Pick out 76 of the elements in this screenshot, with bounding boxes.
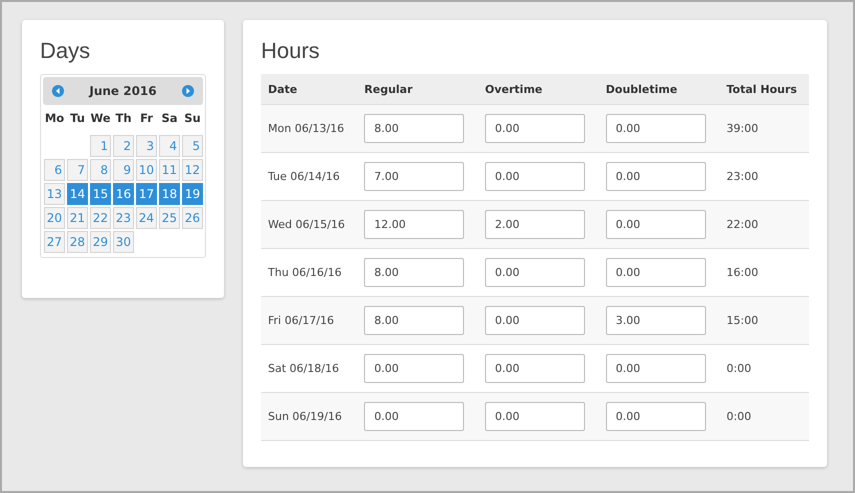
input-field[interactable]: 0.00 bbox=[485, 354, 586, 383]
input-field[interactable]: 0.00 bbox=[606, 354, 706, 383]
calendar-day[interactable]: 2 bbox=[113, 135, 134, 157]
calendar-day[interactable]: 25 bbox=[159, 207, 180, 229]
input-field[interactable]: 0.00 bbox=[485, 258, 586, 287]
calendar-day[interactable]: 22 bbox=[90, 207, 111, 229]
next-icon[interactable] bbox=[182, 85, 194, 97]
previous-icon[interactable] bbox=[52, 85, 64, 97]
column-header: Doubletime bbox=[598, 74, 720, 104]
calendar-day[interactable]: 28 bbox=[67, 231, 88, 253]
weekday-label: Tu bbox=[69, 110, 86, 127]
input-field[interactable]: 7.00 bbox=[364, 162, 464, 191]
weekday-label: Sa bbox=[160, 110, 179, 127]
weekday-label: Su bbox=[183, 110, 202, 127]
input-field[interactable]: 0.00 bbox=[606, 402, 706, 431]
calendar-day[interactable]: 3 bbox=[136, 135, 157, 157]
input-field[interactable]: 0.00 bbox=[485, 306, 586, 335]
input-field[interactable]: 0.00 bbox=[606, 258, 706, 287]
total-cell: 39:00 bbox=[720, 104, 809, 152]
input-field[interactable]: 8.00 bbox=[364, 306, 464, 335]
calendar-day[interactable]: 21 bbox=[67, 207, 88, 229]
calendar-day[interactable]: 18 bbox=[159, 183, 180, 205]
input-field[interactable]: 2.00 bbox=[485, 210, 586, 239]
panel-title: Days bbox=[40, 38, 92, 64]
date-cell: Mon 06/13/16 bbox=[261, 104, 358, 152]
calendar-day[interactable]: 14 bbox=[67, 183, 88, 205]
input-field[interactable]: 12.00 bbox=[364, 210, 464, 239]
panel-title: Hours bbox=[261, 38, 321, 64]
column-header: Date bbox=[261, 74, 358, 104]
calendar-day[interactable]: 6 bbox=[44, 159, 65, 181]
total-cell: 0:00 bbox=[720, 392, 809, 440]
weekday-label: Th bbox=[114, 110, 133, 127]
calendar-day[interactable]: 26 bbox=[182, 207, 203, 229]
weekday-label: We bbox=[90, 110, 111, 127]
calendar-day[interactable]: 13 bbox=[44, 183, 65, 205]
calendar-day[interactable]: 4 bbox=[159, 135, 180, 157]
input-field[interactable]: 0.00 bbox=[606, 210, 706, 239]
date-cell: Sun 06/19/16 bbox=[261, 392, 358, 440]
calendar-day[interactable]: 8 bbox=[90, 159, 111, 181]
input-field[interactable]: 0.00 bbox=[606, 114, 706, 143]
date-cell: Wed 06/15/16 bbox=[261, 200, 358, 248]
calendar-day[interactable]: 11 bbox=[159, 159, 180, 181]
calendar-day[interactable]: 12 bbox=[182, 159, 203, 181]
input-field[interactable]: 0.00 bbox=[606, 162, 706, 191]
calendar-day[interactable]: 27 bbox=[44, 231, 65, 253]
calendar-day[interactable]: 7 bbox=[67, 159, 88, 181]
calendar-day[interactable]: 10 bbox=[136, 159, 157, 181]
date-cell: Fri 06/17/16 bbox=[261, 296, 358, 344]
input-field[interactable]: 0.00 bbox=[364, 402, 464, 431]
calendar-day[interactable]: 24 bbox=[136, 207, 157, 229]
column-header: Total Hours bbox=[720, 74, 809, 104]
calendar-day[interactable]: 1 bbox=[90, 135, 111, 157]
calendar-day[interactable]: 29 bbox=[90, 231, 111, 253]
column-header: Overtime bbox=[478, 74, 599, 104]
input-field[interactable]: 3.00 bbox=[606, 306, 706, 335]
calendar-day[interactable]: 30 bbox=[113, 231, 134, 253]
total-cell: 22:00 bbox=[720, 200, 809, 248]
weekday-label: Fr bbox=[139, 110, 154, 127]
calendar-day[interactable]: 20 bbox=[44, 207, 65, 229]
input-field[interactable]: 0.00 bbox=[485, 114, 586, 143]
calendar-day[interactable]: 15 bbox=[90, 183, 111, 205]
input-field[interactable]: 0.00 bbox=[485, 162, 586, 191]
month-label: June 2016 bbox=[89, 84, 157, 98]
calendar-day[interactable]: 17 bbox=[136, 183, 157, 205]
input-field[interactable]: 8.00 bbox=[364, 114, 464, 143]
input-field[interactable]: 0.00 bbox=[485, 402, 586, 431]
input-field[interactable]: 0.00 bbox=[364, 354, 464, 383]
calendar-day[interactable]: 19 bbox=[182, 183, 203, 205]
input-field[interactable]: 8.00 bbox=[364, 258, 464, 287]
column-header: Regular bbox=[357, 74, 478, 104]
calendar-day[interactable]: 16 bbox=[113, 183, 134, 205]
calendar-day[interactable]: 9 bbox=[113, 159, 134, 181]
calendar-day[interactable]: 23 bbox=[113, 207, 134, 229]
total-cell: 15:00 bbox=[720, 296, 809, 344]
calendar-day[interactable]: 5 bbox=[182, 135, 203, 157]
weekday-label: Mo bbox=[44, 110, 65, 127]
